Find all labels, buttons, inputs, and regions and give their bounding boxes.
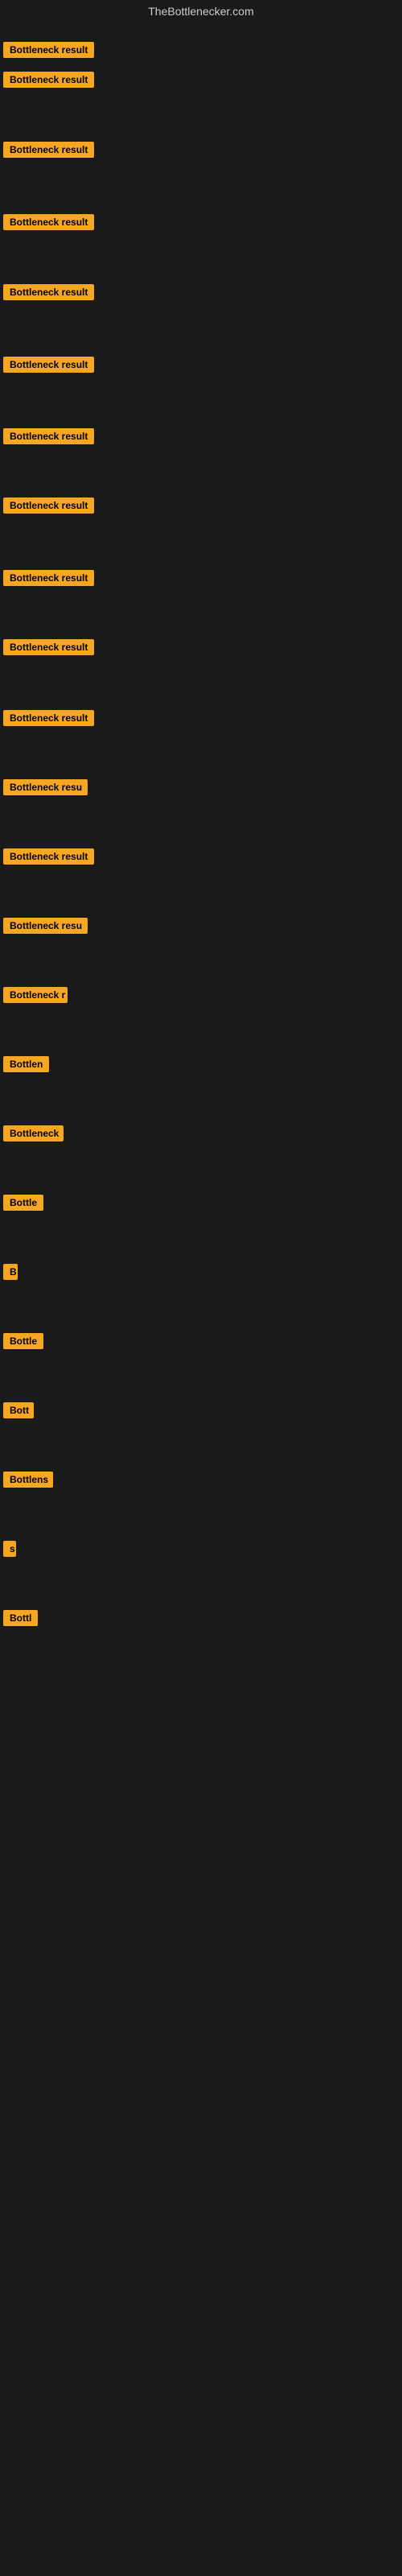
result-row-4: Bottleneck result (0, 211, 97, 237)
bottleneck-badge-8[interactable]: Bottleneck result (3, 497, 94, 514)
result-row-21: Bott (0, 1399, 37, 1426)
bottleneck-badge-16[interactable]: Bottlen (3, 1056, 49, 1072)
bottleneck-badge-9[interactable]: Bottleneck result (3, 570, 94, 586)
bottleneck-badge-4[interactable]: Bottleneck result (3, 214, 94, 230)
result-row-3: Bottleneck result (0, 138, 97, 165)
result-row-16: Bottlen (0, 1053, 52, 1080)
bottleneck-badge-3[interactable]: Bottleneck result (3, 142, 94, 158)
bottleneck-badge-10[interactable]: Bottleneck result (3, 639, 94, 655)
result-row-20: Bottle (0, 1330, 47, 1356)
bottleneck-badge-14[interactable]: Bottleneck resu (3, 918, 88, 934)
site-title-text: TheBottlenecker.com (148, 5, 254, 18)
result-row-12: Bottleneck resu (0, 776, 91, 803)
bottleneck-badge-1[interactable]: Bottleneck result (3, 42, 94, 58)
bottleneck-badge-19[interactable]: B (3, 1264, 18, 1280)
result-row-11: Bottleneck result (0, 707, 97, 733)
result-row-17: Bottleneck (0, 1122, 67, 1149)
result-row-15: Bottleneck r (0, 984, 71, 1010)
result-row-10: Bottleneck result (0, 636, 97, 663)
bottleneck-badge-13[interactable]: Bottleneck result (3, 848, 94, 865)
bottleneck-badge-22[interactable]: Bottlens (3, 1472, 53, 1488)
bottleneck-badge-20[interactable]: Bottle (3, 1333, 43, 1349)
result-row-23: s (0, 1538, 19, 1564)
bottleneck-badge-12[interactable]: Bottleneck resu (3, 779, 88, 795)
result-row-13: Bottleneck result (0, 845, 97, 872)
result-row-24: Bottl (0, 1607, 41, 1633)
result-row-1: Bottleneck result (0, 39, 97, 65)
result-row-19: B (0, 1261, 21, 1287)
result-row-2: Bottleneck result (0, 68, 97, 95)
result-row-18: Bottle (0, 1191, 47, 1218)
bottleneck-badge-17[interactable]: Bottleneck (3, 1125, 64, 1141)
bottleneck-badge-18[interactable]: Bottle (3, 1195, 43, 1211)
bottleneck-badge-6[interactable]: Bottleneck result (3, 357, 94, 373)
result-row-22: Bottlens (0, 1468, 56, 1495)
result-row-9: Bottleneck result (0, 567, 97, 593)
bottleneck-badge-7[interactable]: Bottleneck result (3, 428, 94, 444)
bottleneck-badge-2[interactable]: Bottleneck result (3, 72, 94, 88)
bottleneck-badge-5[interactable]: Bottleneck result (3, 284, 94, 300)
bottleneck-badge-23[interactable]: s (3, 1541, 16, 1557)
result-row-8: Bottleneck result (0, 494, 97, 521)
bottleneck-badge-24[interactable]: Bottl (3, 1610, 38, 1626)
bottleneck-badge-15[interactable]: Bottleneck r (3, 987, 68, 1003)
bottleneck-badge-21[interactable]: Bott (3, 1402, 34, 1418)
result-row-5: Bottleneck result (0, 281, 97, 308)
bottleneck-badge-11[interactable]: Bottleneck result (3, 710, 94, 726)
site-header: TheBottlenecker.com (0, 0, 402, 23)
result-row-6: Bottleneck result (0, 353, 97, 380)
result-row-14: Bottleneck resu (0, 914, 91, 941)
result-row-7: Bottleneck result (0, 425, 97, 452)
